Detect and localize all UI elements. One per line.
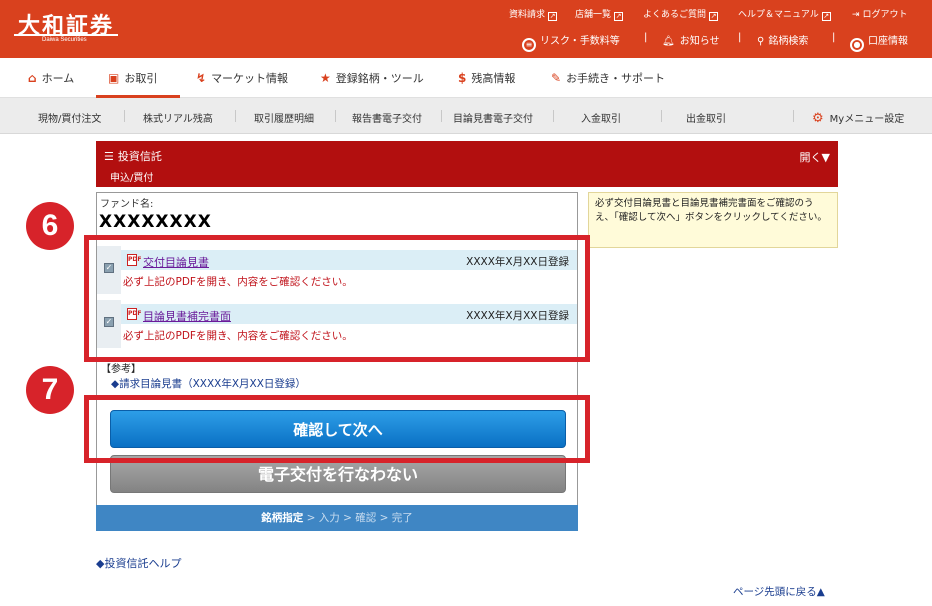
main-nav: ⌂ ホーム ▣ お取引 ↯ マーケット情報 ★ 登録銘柄・ツール $ 残高情報 ✎ お手続き… <box>0 58 932 98</box>
bell-icon: 🔔︎ <box>662 36 675 47</box>
nav-market[interactable]: ↯ マーケット情報 <box>196 70 288 86</box>
external-link-icon: ↗ <box>614 12 624 21</box>
section-subtitle: 申込/買付 <box>110 173 154 184</box>
highlight-frame-7 <box>84 395 590 463</box>
pen-icon: ✎ <box>551 71 562 85</box>
document-icon: ≡ <box>522 38 536 52</box>
divider <box>235 110 236 122</box>
confirmation-notice: 必ず交付目論見書と目論見書補完書面をご確認のうえ、「確認して次へ」ボタンをクリッ… <box>588 192 838 248</box>
requested-prospectus-link[interactable]: ◆請求目論見書（XXXX年X月XX日登録） <box>111 376 306 391</box>
divider <box>124 110 125 122</box>
account-info-link[interactable]: ● 口座情報 <box>850 32 908 52</box>
step-badge-7: 7 <box>26 366 74 414</box>
user-icon: ● <box>850 38 864 52</box>
nav-home[interactable]: ⌂ ホーム <box>28 70 74 86</box>
logo-underline <box>14 34 118 36</box>
divider <box>553 110 554 122</box>
divider <box>335 110 336 122</box>
step-badge-6: 6 <box>26 202 74 250</box>
trade-screen-icon: ▣ <box>108 71 120 85</box>
fund-name: XXXXXXXX <box>99 212 212 232</box>
dollar-icon: $ <box>458 71 467 85</box>
sub-nav-item[interactable]: 入金取引 <box>581 110 621 125</box>
logout-icon: ⇥ <box>852 10 860 20</box>
external-link-icon: ↗ <box>709 12 719 21</box>
divider: | <box>644 32 648 43</box>
logout-link[interactable]: ⇥ ログアウト <box>852 7 908 20</box>
nav-trade[interactable]: ▣ お取引 <box>108 70 157 86</box>
sub-nav-item[interactable]: 出金取引 <box>686 110 726 125</box>
home-icon: ⌂ <box>28 71 37 85</box>
menu-icon: ☰ <box>104 150 114 163</box>
sub-nav-item[interactable]: 報告書電子交付 <box>352 110 422 125</box>
step-remaining: > 入力 > 確認 > 完了 <box>306 512 413 524</box>
sub-nav-item[interactable]: 株式リアル残高 <box>143 110 213 125</box>
section-header: ☰ 投資信託 申込/買付 開く▼ <box>96 141 838 187</box>
investment-trust-help-link[interactable]: ◆投資信託ヘルプ <box>96 555 181 571</box>
nav-balance[interactable]: $ 残高情報 <box>458 70 515 86</box>
fund-name-label: ファンド名: <box>100 199 154 210</box>
step-indicator: 銘柄指定 > 入力 > 確認 > 完了 <box>96 505 578 531</box>
divider <box>441 110 442 122</box>
star-icon: ★ <box>320 71 331 85</box>
page-top-link[interactable]: ページ先頭に戻る▲ <box>733 584 825 599</box>
top-header: 大和証券 Daiwa Securities 資料請求 ↗ 店舗一覧 ↗ よくあるご質… <box>0 0 932 58</box>
help-manual-link[interactable]: ヘルプ＆マニュアル ↗ <box>738 7 831 21</box>
gear-icon: ⚙ <box>812 111 824 126</box>
divider: | <box>738 32 742 43</box>
logo-subtitle: Daiwa Securities <box>42 37 87 43</box>
highlight-frame-6 <box>84 235 590 362</box>
sub-nav: 現物/買付注文 株式リアル残高 取引履歴明細 報告書電子交付 目論見書電子交付 … <box>0 98 932 134</box>
my-menu-settings[interactable]: ⚙ Myメニュー設定 <box>812 110 904 126</box>
divider <box>661 110 662 122</box>
nav-watchlist[interactable]: ★ 登録銘柄・ツール <box>320 70 424 86</box>
stock-search-link[interactable]: ⚲ 銘柄検索 <box>757 32 808 47</box>
notice-link[interactable]: 🔔︎ お知らせ <box>662 32 720 47</box>
divider <box>793 110 794 122</box>
sub-nav-item[interactable]: 現物/買付注文 <box>38 110 101 125</box>
external-link-icon: ↗ <box>548 12 558 21</box>
faq-link[interactable]: よくあるご質問 ↗ <box>643 7 719 21</box>
risk-fees-link[interactable]: ≡ リスク・手数料等 <box>522 32 620 52</box>
reference-label: 【参考】 <box>101 364 141 375</box>
step-current: 銘柄指定 <box>261 512 304 524</box>
materials-link[interactable]: 資料請求 ↗ <box>509 7 558 21</box>
branches-link[interactable]: 店舗一覧 ↗ <box>575 7 624 21</box>
market-chart-icon: ↯ <box>196 71 207 85</box>
nav-procedures[interactable]: ✎ お手続き・サポート <box>551 70 665 86</box>
external-link-icon: ↗ <box>821 12 831 21</box>
expand-toggle[interactable]: 開く▼ <box>800 149 830 165</box>
sub-nav-item[interactable]: 目論見書電子交付 <box>453 110 533 125</box>
divider: | <box>832 32 836 43</box>
section-title: ☰ 投資信託 <box>104 150 162 163</box>
sub-nav-item[interactable]: 取引履歴明細 <box>254 110 314 125</box>
search-icon: ⚲ <box>757 36 765 47</box>
